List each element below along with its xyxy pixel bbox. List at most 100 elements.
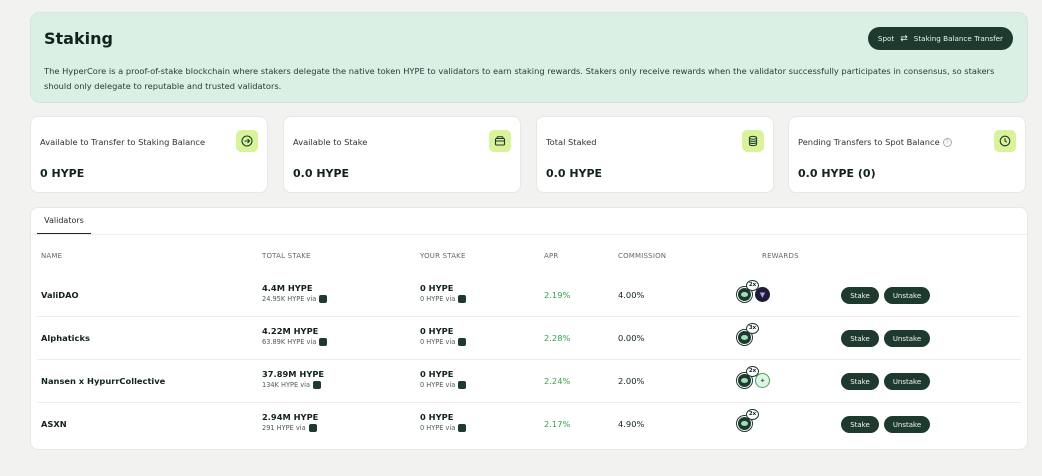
- total-stake-sub-text: 63.89K HYPE via: [262, 338, 317, 346]
- total-stake-value: 4.22M HYPE: [262, 326, 319, 336]
- total-stake-cell: 4.22M HYPE 63.89K HYPE via: [262, 326, 328, 346]
- rewards-cell: 2x: [737, 402, 759, 445]
- total-stake-cell: 2.94M HYPE 291 HYPE via: [262, 412, 318, 432]
- reward-multiplier: 3x: [746, 323, 759, 334]
- header-rewards: REWARDS: [762, 252, 799, 260]
- your-stake-cell: 0 HYPE 0 HYPE via: [420, 326, 467, 346]
- card-available-to-transfer: Available to Transfer to Staking Balance…: [30, 116, 268, 193]
- table-row: ASXN 2.94M HYPE 291 HYPE via 0 HYPE 0 HY…: [31, 402, 1029, 445]
- your-stake-sub: 0 HYPE via: [420, 338, 467, 346]
- rewards-cell: 2x ▼: [737, 273, 770, 316]
- your-stake-sub-text: 0 HYPE via: [420, 424, 456, 432]
- card-label-text: Available to Transfer to Staking Balance: [40, 137, 206, 147]
- tab-divider: [31, 234, 1027, 235]
- via-icon: [458, 295, 467, 303]
- header-total-stake: TOTAL STAKE: [262, 252, 311, 260]
- total-stake-sub: 63.89K HYPE via: [262, 338, 328, 346]
- your-stake-sub: 0 HYPE via: [420, 295, 467, 303]
- apr-value: 2.24%: [544, 375, 571, 386]
- rewards-cell: 2x ✦: [737, 359, 770, 402]
- validators-panel: Validators NAME TOTAL STAKE YOUR STAKE A…: [30, 207, 1028, 450]
- validator-name: Nansen x HypurrCollective: [41, 375, 166, 386]
- validator-name: ASXN: [41, 418, 67, 429]
- via-icon: [319, 338, 328, 346]
- your-stake-cell: 0 HYPE 0 HYPE via: [420, 283, 467, 303]
- your-stake-sub-text: 0 HYPE via: [420, 295, 456, 303]
- table-row: Alphaticks 4.22M HYPE 63.89K HYPE via 0 …: [31, 316, 1029, 359]
- card-value: 0.0 HYPE: [293, 167, 350, 180]
- your-stake-sub: 0 HYPE via: [420, 424, 467, 432]
- your-stake-cell: 0 HYPE 0 HYPE via: [420, 369, 467, 389]
- hype-token-icon: 2x: [737, 366, 759, 388]
- card-label-text: Available to Stake: [293, 137, 368, 147]
- total-stake-cell: 4.4M HYPE 24.95K HYPE via: [262, 283, 328, 303]
- reward-multiplier: 2x: [746, 366, 759, 377]
- commission-value: 4.90%: [618, 418, 645, 429]
- info-icon[interactable]: ?: [942, 137, 952, 147]
- card-pending-transfers: Pending Transfers to Spot Balance ? 0.0 …: [788, 116, 1026, 193]
- table-row: Nansen x HypurrCollective 37.89M HYPE 13…: [31, 359, 1029, 402]
- transfer-button-to-label: Staking Balance Transfer: [913, 34, 1003, 43]
- total-stake-sub: 134K HYPE via: [262, 381, 324, 389]
- your-stake-value: 0 HYPE: [420, 369, 454, 379]
- via-icon: [458, 381, 467, 389]
- header-your-stake: YOUR STAKE: [420, 252, 466, 260]
- card-value: 0.0 HYPE (0): [798, 167, 876, 180]
- card-label: Available to Stake: [293, 137, 367, 147]
- card-label: Total Staked: [546, 137, 597, 147]
- commission-value: 2.00%: [618, 375, 645, 386]
- header-commission: COMMISSION: [618, 252, 667, 260]
- hype-token-icon: 3x: [737, 323, 759, 345]
- card-value: 0 HYPE: [40, 167, 85, 180]
- via-icon: [308, 424, 317, 432]
- stake-button[interactable]: Stake: [841, 373, 879, 390]
- validator-name: ValiDAO: [41, 289, 79, 300]
- reward-multiplier: 2x: [746, 409, 759, 420]
- your-stake-value: 0 HYPE: [420, 326, 454, 336]
- unstake-button[interactable]: Unstake: [884, 330, 930, 347]
- card-label-text: Pending Transfers to Spot Balance: [798, 137, 940, 147]
- clock-icon: [994, 130, 1016, 152]
- stake-button[interactable]: Stake: [841, 416, 879, 433]
- rewards-cell: 3x: [737, 316, 759, 359]
- total-stake-sub-text: 24.95K HYPE via: [262, 295, 317, 303]
- unstake-button[interactable]: Unstake: [884, 416, 930, 433]
- arrow-right-circle-icon: [236, 130, 258, 152]
- total-stake-value: 37.89M HYPE: [262, 369, 325, 379]
- total-stake-cell: 37.89M HYPE 134K HYPE via: [262, 369, 324, 389]
- reward-multiplier: 2x: [746, 280, 759, 291]
- total-stake-sub-text: 291 HYPE via: [262, 424, 306, 432]
- via-icon: [458, 338, 467, 346]
- hype-token-icon: 2x: [737, 280, 759, 302]
- unstake-button[interactable]: Unstake: [884, 373, 930, 390]
- stake-button[interactable]: Stake: [841, 330, 879, 347]
- unstake-button[interactable]: Unstake: [884, 287, 930, 304]
- your-stake-sub-text: 0 HYPE via: [420, 381, 456, 389]
- commission-value: 0.00%: [618, 332, 645, 343]
- via-icon: [458, 424, 467, 432]
- card-label-text: Total Staked: [546, 137, 597, 147]
- header-name: NAME: [41, 252, 63, 260]
- card-available-to-stake: Available to Stake 0.0 HYPE: [283, 116, 521, 193]
- via-icon: [313, 381, 322, 389]
- total-stake-value: 4.4M HYPE: [262, 283, 313, 293]
- via-icon: [319, 295, 328, 303]
- total-stake-sub: 24.95K HYPE via: [262, 295, 328, 303]
- stake-button[interactable]: Stake: [841, 287, 879, 304]
- your-stake-sub-text: 0 HYPE via: [420, 338, 456, 346]
- header-apr: APR: [544, 252, 559, 260]
- apr-value: 2.19%: [544, 289, 571, 300]
- total-stake-sub: 291 HYPE via: [262, 424, 318, 432]
- your-stake-value: 0 HYPE: [420, 412, 454, 422]
- hype-token-icon: 2x: [737, 409, 759, 431]
- staking-balance-transfer-button[interactable]: Spot ⇄ Staking Balance Transfer: [867, 27, 1013, 50]
- your-stake-cell: 0 HYPE 0 HYPE via: [420, 412, 467, 432]
- table-row: ValiDAO 4.4M HYPE 24.95K HYPE via 0 HYPE…: [31, 273, 1029, 316]
- card-label: Pending Transfers to Spot Balance ?: [798, 137, 952, 147]
- total-stake-value: 2.94M HYPE: [262, 412, 319, 422]
- card-total-staked: Total Staked 0.0 HYPE: [536, 116, 774, 193]
- transfer-button-from-label: Spot: [877, 34, 895, 43]
- tab-validators[interactable]: Validators: [37, 216, 91, 234]
- staking-description: The HyperCore is a proof-of-stake blockc…: [44, 66, 995, 91]
- commission-value: 4.00%: [618, 289, 645, 300]
